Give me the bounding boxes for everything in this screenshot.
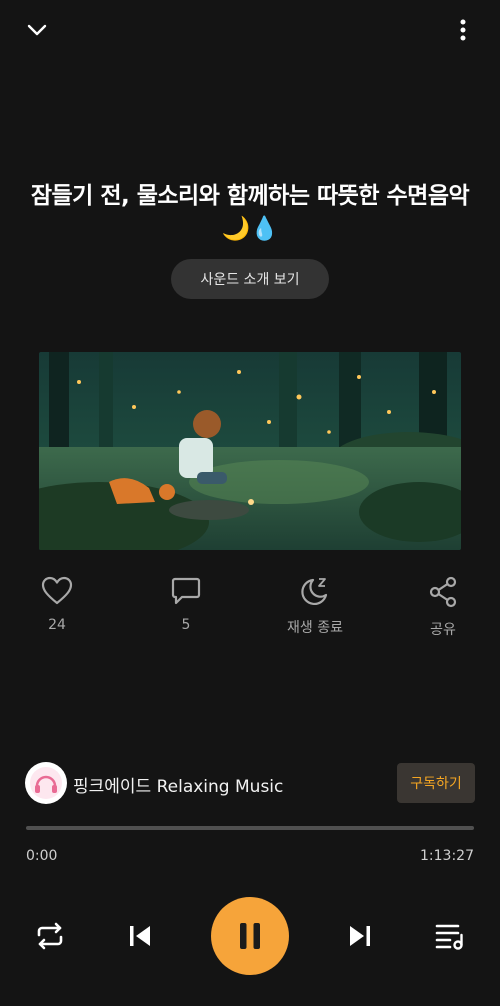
playlist-button[interactable] [430,916,470,956]
channel-avatar[interactable] [25,762,67,804]
headphones-logo [30,767,62,799]
sound-intro-button[interactable]: 사운드 소개 보기 [171,259,329,299]
like-count: 24 [48,617,66,633]
playlist-icon [435,924,463,950]
previous-button[interactable] [120,916,160,956]
comment-icon [171,577,201,605]
skip-previous-icon [130,926,150,946]
total-time: 1:13:27 [420,848,474,864]
comment-button[interactable]: 5 [136,576,236,633]
moon-zz-icon [301,578,328,605]
cover-artwork [39,352,461,550]
chevron-down-icon [27,24,47,36]
channel-name[interactable]: 핑크에이드 Relaxing Music [73,772,283,797]
comment-count: 5 [181,617,191,633]
share-button[interactable]: 공유 [393,576,493,639]
pause-icon [240,923,260,949]
channel-row: 핑크에이드 Relaxing Music 구독하기 [25,762,475,804]
sleep-timer-label: 재생 종료 [287,620,343,636]
repeat-button[interactable] [30,916,70,956]
collapse-button[interactable] [22,16,52,44]
track-title: 잠들기 전, 물소리와 함께하는 따뜻한 수면음악 🌙💧 [30,183,470,242]
current-time: 0:00 [26,848,58,864]
heart-icon [41,576,73,605]
sleep-timer-button[interactable]: 재생 종료 [265,576,365,637]
subscribe-button[interactable]: 구독하기 [397,763,475,803]
more-vertical-icon [460,19,466,41]
share-label: 공유 [430,622,456,638]
skip-next-icon [350,926,370,946]
more-menu-button[interactable] [450,14,476,46]
share-icon [429,576,457,608]
play-pause-button[interactable] [211,897,289,975]
like-button[interactable]: 24 [7,576,107,633]
progress-bar[interactable] [26,826,474,830]
repeat-icon [37,922,63,950]
next-button[interactable] [340,916,380,956]
